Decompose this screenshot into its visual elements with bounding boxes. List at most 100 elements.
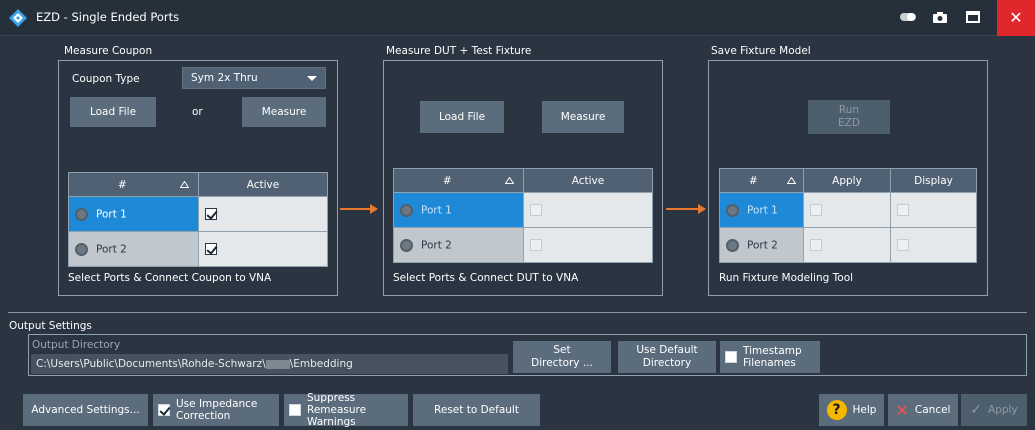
port1-active-cell[interactable] (523, 192, 653, 228)
maximize-icon[interactable] (965, 11, 981, 25)
port2-cell[interactable]: Port 2 (68, 231, 199, 267)
fixture-ports-table: # Apply Display Port 1 Port 2 (719, 168, 977, 263)
port2-apply-cell[interactable] (803, 227, 891, 263)
port2-active-checkbox[interactable] (530, 239, 542, 251)
port1-cell[interactable]: Port 1 (68, 196, 199, 232)
col-header-num[interactable]: # (719, 168, 804, 193)
table-row[interactable]: Port 1 (719, 192, 977, 228)
dut-load-file-button[interactable]: Load File (420, 101, 504, 133)
use-default-line1: Use Default (636, 344, 698, 356)
arrow-right-icon (340, 204, 378, 214)
suppress-checkbox[interactable] (289, 404, 301, 416)
set-directory-button[interactable]: Set Directory ... (513, 341, 611, 373)
port1-display-checkbox[interactable] (897, 204, 909, 216)
coupon-measure-button[interactable]: Measure (242, 97, 326, 127)
coupon-hint: Select Ports & Connect Coupon to VNA (68, 272, 272, 284)
timestamp-filenames-toggle[interactable]: Timestamp Filenames (720, 341, 820, 373)
help-icon: ? (826, 400, 847, 420)
port2-label: Port 2 (96, 243, 127, 255)
cancel-button[interactable]: ✕ Cancel (888, 394, 958, 426)
port2-cell[interactable]: Port 2 (719, 227, 804, 263)
suppress-warnings-toggle[interactable]: Suppress Remeasure Warnings (284, 392, 408, 428)
impedance-checkbox[interactable] (158, 404, 170, 416)
radio-icon (75, 207, 88, 221)
port1-active-checkbox[interactable] (530, 204, 542, 216)
port1-label: Port 1 (96, 208, 127, 220)
sort-triangle-icon (179, 180, 190, 188)
radio-icon (726, 203, 739, 217)
timestamp-label: Timestamp Filenames (743, 345, 802, 369)
table-row[interactable]: Port 1 (393, 192, 653, 228)
sort-triangle-icon (504, 176, 515, 184)
title-bar: EZD - Single Ended Ports ✕ (0, 0, 1035, 36)
camera-icon[interactable] (932, 11, 948, 25)
close-icon: ✕ (1009, 8, 1023, 27)
col-header-num[interactable]: # (393, 168, 524, 193)
port2-display-checkbox[interactable] (897, 239, 909, 251)
impedance-label: Use Impedance Correction (176, 398, 258, 422)
col-header-active[interactable]: Active (523, 168, 653, 193)
port2-active-cell[interactable] (198, 231, 328, 267)
port1-apply-checkbox[interactable] (810, 204, 822, 216)
coupon-load-file-button[interactable]: Load File (70, 97, 156, 127)
set-directory-line1: Set (553, 344, 571, 356)
coupon-type-dropdown[interactable]: Sym 2x Thru (182, 67, 326, 89)
save-fixture-title: Save Fixture Model (711, 45, 811, 57)
arrow-right-icon (666, 204, 706, 214)
impedance-correction-toggle[interactable]: Use Impedance Correction (153, 394, 279, 426)
col-header-active[interactable]: Active (198, 172, 328, 197)
port2-apply-checkbox[interactable] (810, 239, 822, 251)
coupon-type-value: Sym 2x Thru (191, 72, 258, 84)
redacted-segment (265, 359, 290, 369)
port1-cell[interactable]: Port 1 (719, 192, 804, 228)
run-ezd-button[interactable]: Run EZD (808, 100, 890, 134)
col-num-label: # (748, 174, 758, 187)
chevron-down-icon (307, 76, 317, 81)
col-header-apply[interactable]: Apply (803, 168, 891, 193)
output-settings-title: Output Settings (9, 320, 92, 332)
port2-label: Port 2 (421, 239, 452, 251)
set-directory-line2: Directory ... (531, 357, 593, 369)
radio-icon (400, 238, 413, 252)
fixture-hint: Run Fixture Modeling Tool (719, 272, 854, 284)
port2-display-cell[interactable] (890, 227, 977, 263)
check-icon: ✓ (970, 401, 983, 418)
port1-active-checkbox[interactable] (205, 208, 217, 220)
use-default-line2: Directory (642, 357, 692, 369)
port1-label: Port 1 (421, 204, 452, 216)
close-window-button[interactable]: ✕ (997, 0, 1035, 36)
port1-apply-cell[interactable] (803, 192, 891, 228)
table-row[interactable]: Port 2 (393, 227, 653, 263)
help-label: Help (852, 403, 877, 416)
port2-active-checkbox[interactable] (205, 243, 217, 255)
col-header-display[interactable]: Display (890, 168, 977, 193)
suppress-label: Suppress Remeasure Warnings (307, 392, 367, 428)
table-row[interactable]: Port 2 (68, 231, 328, 267)
port2-active-cell[interactable] (523, 227, 653, 263)
run-ezd-line1: Run (838, 104, 860, 116)
radio-icon (400, 203, 413, 217)
reset-to-default-button[interactable]: Reset to Default (413, 394, 540, 426)
port2-cell[interactable]: Port 2 (393, 227, 524, 263)
table-row[interactable]: Port 1 (68, 196, 328, 232)
output-directory-suffix: \Embedding (289, 358, 353, 370)
col-header-num[interactable]: # (68, 172, 199, 197)
or-label: or (192, 106, 203, 118)
port1-active-cell[interactable] (198, 196, 328, 232)
table-row[interactable]: Port 2 (719, 227, 977, 263)
sort-triangle-icon (786, 176, 797, 184)
app-logo-icon (9, 9, 27, 27)
toggle-icon[interactable] (900, 11, 916, 25)
radio-icon (75, 242, 88, 256)
use-default-directory-button[interactable]: Use Default Directory (618, 341, 716, 373)
dut-measure-button[interactable]: Measure (542, 101, 624, 133)
timestamp-checkbox[interactable] (725, 351, 737, 363)
port1-cell[interactable]: Port 1 (393, 192, 524, 228)
output-directory-field[interactable]: C:\Users\Public\Documents\Rohde-Schwarz\… (31, 354, 508, 374)
run-ezd-line2: EZD (838, 117, 860, 129)
port1-display-cell[interactable] (890, 192, 977, 228)
advanced-settings-button[interactable]: Advanced Settings... (23, 394, 148, 426)
help-button[interactable]: ? Help (819, 394, 884, 426)
port2-label: Port 2 (747, 239, 778, 251)
apply-button[interactable]: ✓ Apply (961, 394, 1027, 426)
